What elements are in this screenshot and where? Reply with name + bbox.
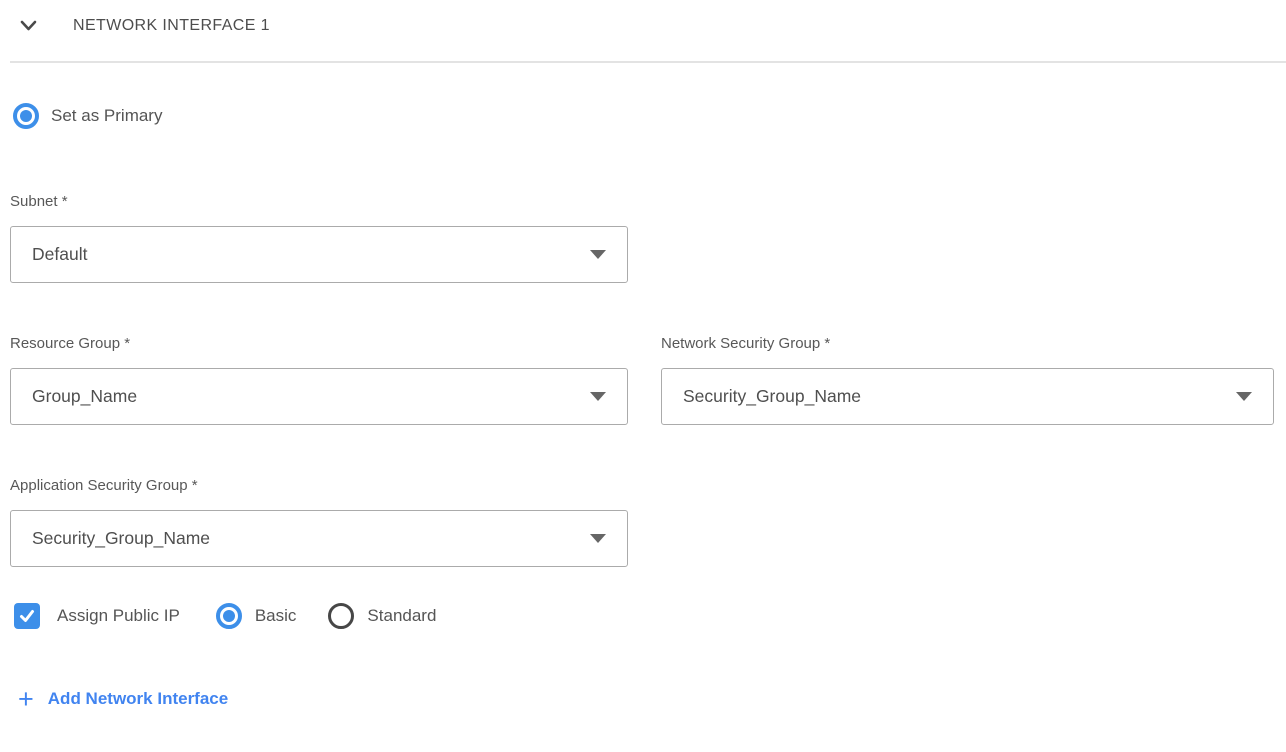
resource-group-field: Resource Group * Group_Name bbox=[10, 335, 628, 425]
subnet-label: Subnet * bbox=[10, 193, 628, 210]
subnet-field: Subnet * Default bbox=[10, 193, 628, 283]
subnet-select[interactable]: Default bbox=[10, 226, 628, 283]
section-divider bbox=[10, 61, 1286, 63]
sku-radio-standard[interactable]: Standard bbox=[328, 603, 436, 629]
section-header-network-interface-1[interactable]: NETWORK INTERFACE 1 bbox=[0, 0, 1286, 40]
sku-radio-basic[interactable]: Basic bbox=[216, 603, 297, 629]
add-network-interface-label: Add Network Interface bbox=[48, 689, 228, 709]
checkbox-checked-icon[interactable] bbox=[14, 603, 40, 629]
radio-unselected-icon[interactable] bbox=[328, 603, 354, 629]
network-security-group-selected-value: Security_Group_Name bbox=[683, 386, 861, 407]
set-as-primary-radio[interactable]: Set as Primary bbox=[0, 103, 1286, 129]
network-security-group-label: Network Security Group * bbox=[661, 335, 1274, 352]
application-security-group-select[interactable]: Security_Group_Name bbox=[10, 510, 628, 567]
application-security-group-field: Application Security Group * Security_Gr… bbox=[10, 477, 628, 567]
caret-down-icon bbox=[590, 392, 606, 401]
caret-down-icon bbox=[590, 534, 606, 543]
application-security-group-label: Application Security Group * bbox=[10, 477, 628, 494]
subnet-selected-value: Default bbox=[32, 244, 87, 265]
plus-icon: + bbox=[18, 689, 34, 709]
network-security-group-select[interactable]: Security_Group_Name bbox=[661, 368, 1274, 425]
network-interface-panel: NETWORK INTERFACE 1 Set as Primary Subne… bbox=[0, 0, 1286, 752]
network-interface-form: Subnet * Default Resource Group * Group_… bbox=[0, 193, 1286, 567]
grid-spacer bbox=[661, 193, 1274, 283]
set-as-primary-label: Set as Primary bbox=[51, 106, 162, 126]
radio-selected-icon[interactable] bbox=[216, 603, 242, 629]
sku-basic-label: Basic bbox=[255, 606, 297, 626]
radio-selected-icon[interactable] bbox=[13, 103, 39, 129]
section-title: NETWORK INTERFACE 1 bbox=[73, 17, 270, 35]
resource-group-label: Resource Group * bbox=[10, 335, 628, 352]
sku-standard-label: Standard bbox=[367, 606, 436, 626]
application-security-group-selected-value: Security_Group_Name bbox=[32, 528, 210, 549]
assign-public-ip-checkbox[interactable]: Assign Public IP bbox=[14, 603, 180, 629]
resource-group-selected-value: Group_Name bbox=[32, 386, 137, 407]
add-network-interface-link[interactable]: + Add Network Interface bbox=[0, 689, 228, 709]
caret-down-icon bbox=[590, 250, 606, 259]
network-security-group-field: Network Security Group * Security_Group_… bbox=[661, 335, 1274, 425]
public-ip-options-row: Assign Public IP Basic Standard bbox=[0, 603, 1286, 629]
chevron-down-icon[interactable] bbox=[20, 20, 37, 32]
assign-public-ip-label: Assign Public IP bbox=[57, 606, 180, 626]
caret-down-icon bbox=[1236, 392, 1252, 401]
resource-group-select[interactable]: Group_Name bbox=[10, 368, 628, 425]
grid-spacer bbox=[661, 477, 1274, 567]
